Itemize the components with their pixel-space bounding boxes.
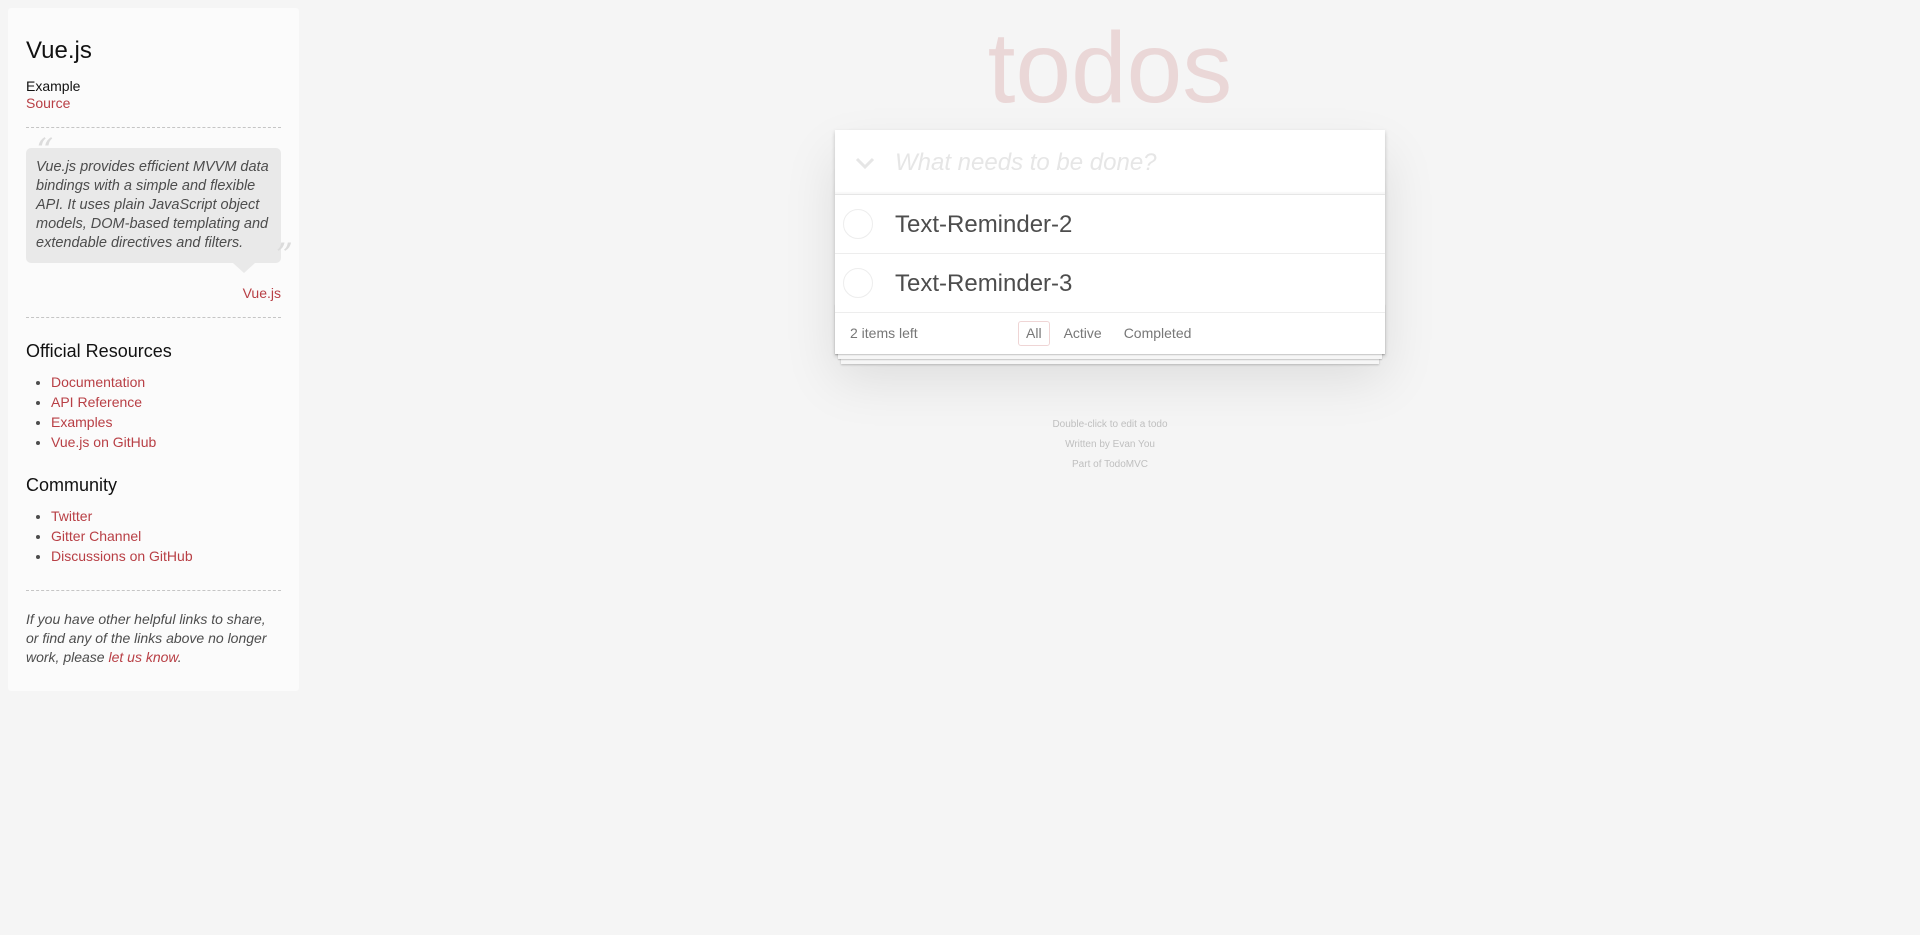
learn-sidebar: Vue.js Example Source “ Vue.js provides …	[8, 8, 299, 691]
example-label: Example	[26, 78, 81, 94]
quote-attribution-link[interactable]: Vue.js	[243, 285, 281, 301]
list-item: Twitter	[51, 506, 281, 526]
todo-item[interactable]: Text-Reminder-2	[835, 195, 1385, 254]
filter-all[interactable]: All	[1018, 321, 1050, 346]
todo-app: Text-Reminder-2 Text-Reminder-3 2 items …	[835, 130, 1385, 354]
list-item: Gitter Channel	[51, 526, 281, 546]
list-item: Discussions on GitHub	[51, 546, 281, 566]
todo-toggle-checkbox[interactable]	[843, 209, 873, 239]
divider	[26, 317, 281, 318]
info-todomvc: Part of TodoMVC	[1072, 459, 1148, 470]
todo-item[interactable]: Text-Reminder-3	[835, 254, 1385, 313]
open-quote-icon: “	[36, 131, 54, 171]
footnote: If you have other helpful links to share…	[26, 610, 281, 667]
list-item: Vue.js on GitHub	[51, 432, 281, 452]
examples-link[interactable]: Examples	[51, 414, 112, 430]
discussions-github-link[interactable]: Discussions on GitHub	[51, 548, 193, 564]
filters: All Active Completed	[1015, 321, 1202, 346]
list-item: API Reference	[51, 392, 281, 412]
source-link[interactable]: Source	[26, 95, 281, 112]
new-todo-input[interactable]	[895, 130, 1385, 195]
list-item: Documentation	[51, 372, 281, 392]
items-left-count: 2 items left	[850, 325, 918, 341]
footnote-end: .	[177, 649, 182, 665]
divider	[26, 127, 281, 128]
sidebar-title: Vue.js	[26, 37, 92, 64]
close-quote-icon: ”	[275, 236, 293, 276]
filter-active[interactable]: Active	[1056, 321, 1110, 346]
documentation-link[interactable]: Documentation	[51, 374, 145, 390]
gitter-channel-link[interactable]: Gitter Channel	[51, 528, 141, 544]
info-footer: Double-click to edit a todo Written by E…	[835, 415, 1385, 475]
official-resources-heading: Official Resources	[26, 341, 172, 361]
app-title: todos	[987, 12, 1233, 124]
community-list: Twitter Gitter Channel Discussions on Gi…	[26, 506, 281, 566]
list-item: Examples	[51, 412, 281, 432]
new-todo-row	[835, 130, 1385, 195]
divider	[26, 590, 281, 591]
toggle-all-chevron-icon[interactable]	[835, 130, 895, 195]
todo-label[interactable]: Text-Reminder-2	[895, 195, 1072, 254]
filter-completed[interactable]: Completed	[1116, 321, 1200, 346]
quote-text: Vue.js provides efficient MVVM data bind…	[36, 159, 269, 251]
todo-label[interactable]: Text-Reminder-3	[895, 254, 1072, 313]
official-resources-list: Documentation API Reference Examples Vue…	[26, 372, 281, 452]
vuejs-github-link[interactable]: Vue.js on GitHub	[51, 434, 156, 450]
todo-toggle-checkbox[interactable]	[843, 268, 873, 298]
todo-footer: 2 items left All Active Completed	[835, 313, 1385, 354]
info-edit-hint: Double-click to edit a todo	[1052, 419, 1168, 430]
api-reference-link[interactable]: API Reference	[51, 394, 142, 410]
quote-tail	[233, 263, 255, 273]
twitter-link[interactable]: Twitter	[51, 508, 92, 524]
quote-attribution: Vue.js	[26, 285, 281, 302]
let-us-know-link[interactable]: let us know	[108, 649, 177, 665]
community-heading: Community	[26, 475, 118, 495]
quote-box: “ Vue.js provides efficient MVVM data bi…	[26, 134, 293, 273]
info-author: Written by Evan You	[1065, 439, 1155, 450]
todo-list: Text-Reminder-2 Text-Reminder-3	[835, 195, 1385, 313]
